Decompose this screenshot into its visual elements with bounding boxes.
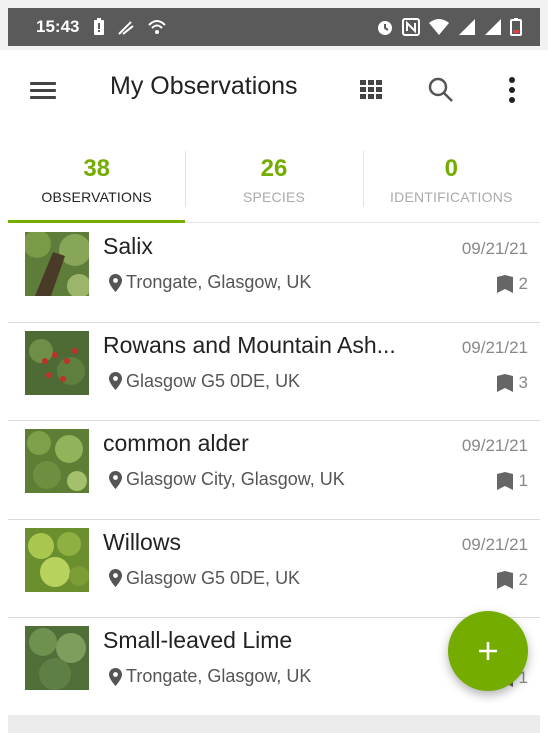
hamburger-menu-icon[interactable]	[30, 78, 60, 102]
identification-count-text: 3	[518, 372, 528, 392]
location-text: Trongate, Glasgow, UK	[126, 272, 312, 292]
add-icon	[479, 642, 497, 660]
location-pin-icon	[109, 273, 122, 292]
status-right-icons	[376, 18, 522, 36]
app-toolbar: My Observations	[0, 50, 548, 132]
identification-count-text: 2	[518, 569, 528, 589]
location-text: Glasgow City, Glasgow, UK	[126, 469, 345, 489]
battery-icon	[510, 18, 522, 36]
location-pin-icon	[109, 667, 122, 686]
nfc-icon	[402, 18, 420, 36]
observation-name: Salix	[103, 233, 153, 259]
location-pin-icon	[109, 372, 122, 390]
observation-photo	[25, 527, 89, 592]
tab-label: IDENTIFICATIONS	[390, 189, 513, 205]
location-text: Trongate, Glasgow, UK	[126, 666, 312, 686]
observation-location: Trongate, Glasgow, UK	[109, 666, 311, 687]
cell-signal-icon	[459, 19, 475, 35]
observation-location: Glasgow G5 0DE, UK	[109, 371, 300, 392]
active-tab-indicator	[8, 220, 186, 223]
identification-count: 2	[496, 274, 528, 294]
observation-photo	[25, 330, 89, 395]
add-observation-button[interactable]	[448, 611, 528, 691]
tab-identifications[interactable]: 0 IDENTIFICATIONS	[362, 145, 540, 222]
observation-name: Small-leaved Lime	[103, 627, 293, 653]
observation-date: 09/21/21	[461, 534, 528, 554]
tab-count: 26	[260, 155, 288, 182]
more-vert-icon[interactable]	[504, 75, 520, 105]
identification-count-text: 1	[518, 471, 528, 490]
observation-name: Willows	[103, 528, 181, 555]
identification-icon	[496, 570, 513, 589]
wifi-full-icon	[429, 19, 449, 35]
observation-row[interactable]: Salix Trongate, Glasgow, UK 09/21/21 2	[8, 224, 540, 323]
location-pin-icon	[109, 569, 122, 587]
tab-species[interactable]: 26 SPECIES	[185, 145, 362, 222]
observation-location: Glasgow City, Glasgow, UK	[109, 469, 345, 490]
observation-date: 09/21/21	[461, 239, 528, 258]
observation-photo	[25, 232, 89, 296]
tab-label: SPECIES	[242, 189, 306, 205]
search-icon[interactable]	[426, 75, 456, 105]
status-left-icons	[93, 18, 167, 36]
tab-observations[interactable]: 38 OBSERVATIONS	[8, 145, 186, 223]
observation-photo	[25, 429, 89, 493]
observation-row[interactable]: Willows Glasgow G5 0DE, UK 09/21/21 2	[8, 520, 540, 618]
identification-icon	[496, 275, 513, 293]
observation-row[interactable]: Rowans and Mountain Ash... Glasgow G5 0D…	[8, 323, 540, 421]
stats-tabs: 38 OBSERVATIONS 26 SPECIES 0 IDENTIFICAT…	[8, 145, 540, 223]
identification-icon	[496, 373, 513, 392]
location-pin-icon	[109, 470, 122, 489]
tab-count: 0	[444, 155, 458, 182]
battery-alert-icon	[94, 18, 105, 35]
identification-count-text: 2	[518, 274, 528, 293]
list-footer	[8, 715, 540, 733]
observation-name: Rowans and Mountain Ash...	[103, 331, 396, 358]
cell-signal-icon	[485, 19, 501, 35]
page-title: My Observations	[110, 72, 298, 100]
observation-location: Glasgow G5 0DE, UK	[109, 568, 300, 589]
identification-count: 3	[496, 372, 528, 393]
grid-view-icon[interactable]	[360, 80, 382, 100]
location-text: Glasgow G5 0DE, UK	[126, 370, 301, 391]
wifi-icon	[148, 20, 167, 34]
status-bar: 15:43	[0, 0, 548, 50]
identification-count: 1	[496, 471, 528, 491]
observation-name: common alder	[103, 430, 249, 456]
status-time: 15:43	[36, 17, 80, 36]
location-text: Glasgow G5 0DE, UK	[126, 567, 301, 588]
observation-row[interactable]: common alder Glasgow City, Glasgow, UK 0…	[8, 421, 540, 520]
signal-off-icon	[118, 21, 135, 35]
identification-icon	[496, 472, 513, 490]
tab-label: OBSERVATIONS	[41, 189, 152, 205]
alarm-icon	[378, 21, 392, 35]
observation-location: Trongate, Glasgow, UK	[109, 272, 311, 293]
observation-date: 09/21/21	[461, 436, 528, 455]
observation-photo	[25, 626, 89, 690]
status-bar-inner: 15:43	[8, 8, 540, 46]
tab-count: 38	[83, 155, 111, 182]
identification-count: 2	[496, 569, 528, 590]
observation-date: 09/21/21	[461, 337, 528, 357]
